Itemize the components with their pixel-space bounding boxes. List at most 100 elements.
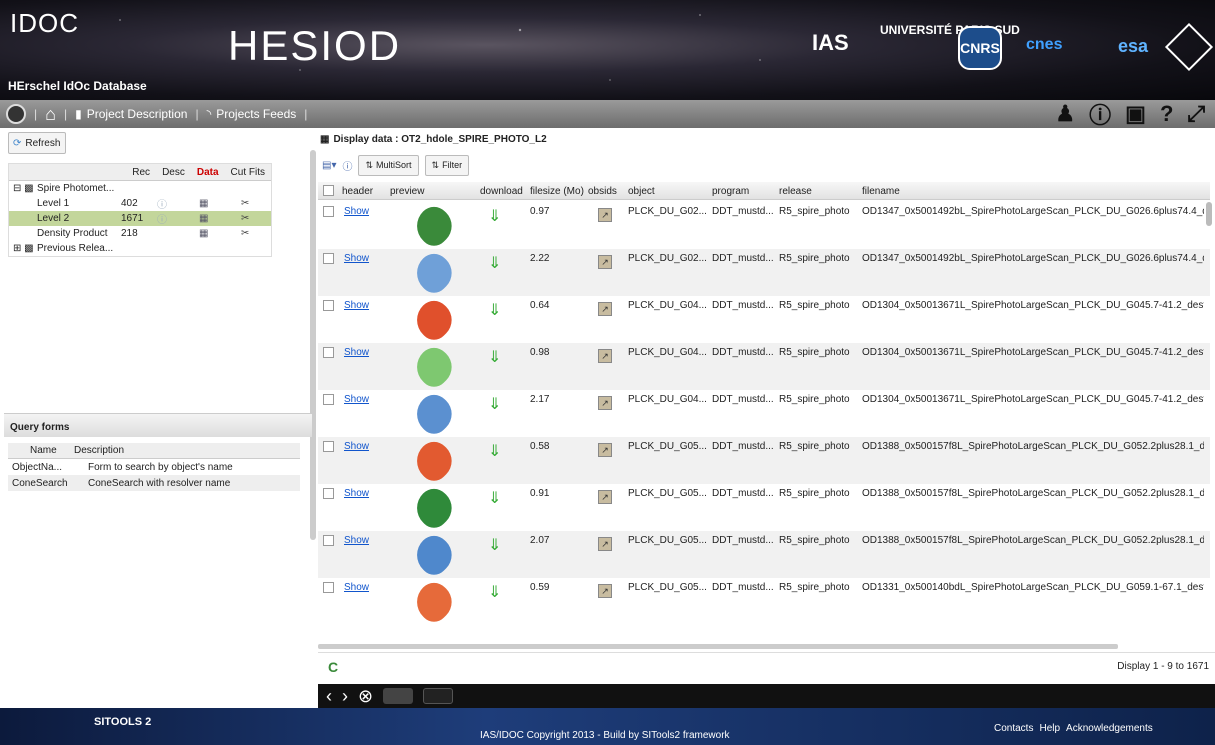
data-grid-icon[interactable]: ▦	[199, 213, 208, 224]
col-release[interactable]: release	[779, 186, 812, 197]
row-checkbox[interactable]	[323, 394, 334, 405]
show-header-link[interactable]: Show	[344, 347, 369, 358]
col-download[interactable]: download	[480, 186, 523, 197]
col-program[interactable]: program	[712, 186, 749, 197]
view-thumbnail-button[interactable]	[423, 688, 454, 704]
show-header-link[interactable]: Show	[344, 582, 369, 593]
table-row[interactable]: Show ⇓ 0.91 ↗ PLCK_DU_G05... DDT_mustd... R5_s…	[318, 482, 1210, 534]
table-row[interactable]: Show ⇓ 2.22 ↗ PLCK_DU_G02... DDT_mustd... R5_s…	[318, 247, 1210, 299]
row-checkbox[interactable]	[323, 535, 334, 546]
tree-node-density-product[interactable]: Density Product 218 ▦ ✂	[9, 226, 271, 241]
cut-fits-icon[interactable]: ✂	[241, 228, 249, 239]
obsids-icon[interactable]: ↗	[598, 537, 612, 551]
table-horizontal-scrollbar[interactable]	[318, 644, 1118, 649]
row-checkbox[interactable]	[323, 488, 334, 499]
download-icon[interactable]: ⇓	[488, 488, 501, 508]
obsids-icon[interactable]: ↗	[598, 208, 612, 222]
col-data[interactable]: Data	[191, 167, 225, 178]
obsids-icon[interactable]: ↗	[598, 396, 612, 410]
col-filesize[interactable]: filesize (Mo)	[530, 186, 584, 197]
obsids-icon[interactable]: ↗	[598, 255, 612, 269]
user-icon[interactable]: ♟	[1055, 101, 1075, 127]
show-header-link[interactable]: Show	[344, 394, 369, 405]
col-filename[interactable]: filename	[862, 186, 900, 197]
contacts-link[interactable]: Contacts	[994, 723, 1033, 734]
preview-thumbnail[interactable]	[408, 294, 460, 346]
save-icon[interactable]: ▣	[1125, 101, 1146, 127]
download-icon[interactable]: ⇓	[488, 206, 501, 226]
view-grid-button[interactable]	[383, 688, 414, 704]
show-header-link[interactable]: Show	[344, 488, 369, 499]
data-grid-icon[interactable]: ▦	[199, 228, 208, 239]
preview-thumbnail[interactable]	[408, 247, 460, 299]
show-header-link[interactable]: Show	[344, 300, 369, 311]
tree-node-level-2[interactable]: Level 2 1671 ⓘ ▦ ✂	[9, 211, 271, 226]
tree-node-previous-release[interactable]: ⊞ ▩ Previous Relea...	[9, 241, 271, 256]
help-icon[interactable]: ?	[1160, 101, 1173, 127]
query-row-objectname[interactable]: ObjectNa... Form to search by object's n…	[8, 459, 300, 475]
table-row[interactable]: Show ⇓ 0.64 ↗ PLCK_DU_G04... DDT_mustd... R5_s…	[318, 294, 1210, 346]
select-all-checkbox[interactable]	[323, 185, 334, 196]
table-row[interactable]: Show ⇓ 0.58 ↗ PLCK_DU_G05... DDT_mustd... R5_s…	[318, 435, 1210, 487]
obsids-icon[interactable]: ↗	[598, 302, 612, 316]
preview-thumbnail[interactable]	[408, 576, 460, 628]
reload-icon[interactable]: C	[328, 659, 338, 675]
tree-node-spire[interactable]: ⊟ ▩ Spire Photomet...	[9, 181, 271, 196]
filter-button[interactable]: ⇅ Filter	[424, 154, 470, 176]
help-link[interactable]: Help	[1039, 723, 1060, 734]
obsids-icon[interactable]: ↗	[598, 443, 612, 457]
row-checkbox[interactable]	[323, 582, 334, 593]
col-obsids[interactable]: obsids	[588, 186, 617, 197]
info-icon[interactable]: ⓘ	[342, 158, 352, 173]
preview-thumbnail[interactable]	[408, 388, 460, 440]
download-icon[interactable]: ⇓	[488, 582, 501, 602]
close-icon[interactable]: ⊗	[358, 686, 373, 707]
description-icon[interactable]: ⓘ	[157, 196, 167, 211]
show-header-link[interactable]: Show	[344, 535, 369, 546]
download-icon[interactable]: ⇓	[488, 347, 501, 367]
preview-thumbnail[interactable]	[408, 341, 460, 393]
cut-fits-icon[interactable]: ✂	[241, 213, 249, 224]
row-checkbox[interactable]	[323, 253, 334, 264]
table-row[interactable]: Show ⇓ 0.97 ↗ PLCK_DU_G02... DDT_mustd... R5_s…	[318, 200, 1210, 252]
col-object[interactable]: object	[628, 186, 655, 197]
project-description-link[interactable]: ▮ Project Description	[75, 107, 187, 121]
table-vertical-scrollbar[interactable]	[1206, 202, 1212, 226]
left-scrollbar[interactable]	[310, 150, 316, 540]
row-checkbox[interactable]	[323, 206, 334, 217]
col-preview[interactable]: preview	[390, 186, 424, 197]
table-row[interactable]: Show ⇓ 0.98 ↗ PLCK_DU_G04... DDT_mustd... R5_s…	[318, 341, 1210, 393]
projects-feeds-link[interactable]: ◝ Projects Feeds	[207, 107, 297, 121]
download-icon[interactable]: ⇓	[488, 300, 501, 320]
query-row-conesearch[interactable]: ConeSearch ConeSearch with resolver name	[8, 475, 300, 491]
home-icon[interactable]: ⌂	[45, 104, 56, 125]
row-checkbox[interactable]	[323, 347, 334, 358]
obsids-icon[interactable]: ↗	[598, 584, 612, 598]
show-header-link[interactable]: Show	[344, 253, 369, 264]
row-checkbox[interactable]	[323, 300, 334, 311]
refresh-button[interactable]: ⟳ Refresh	[8, 132, 66, 154]
preview-thumbnail[interactable]	[408, 200, 460, 252]
download-icon[interactable]: ⇓	[488, 441, 501, 461]
fullscreen-icon[interactable]: ⤢	[1187, 101, 1205, 127]
col-header[interactable]: header	[342, 186, 373, 197]
preview-thumbnail[interactable]	[408, 435, 460, 487]
table-row[interactable]: Show ⇓ 2.17 ↗ PLCK_DU_G04... DDT_mustd... R5_s…	[318, 388, 1210, 440]
download-icon[interactable]: ⇓	[488, 535, 501, 555]
columns-menu-icon[interactable]: ▤▾	[322, 160, 336, 171]
show-header-link[interactable]: Show	[344, 441, 369, 452]
download-icon[interactable]: ⇓	[488, 253, 501, 273]
description-icon[interactable]: ⓘ	[157, 211, 167, 226]
tree-node-level-1[interactable]: Level 1 402 ⓘ ▦ ✂	[9, 196, 271, 211]
download-icon[interactable]: ⇓	[488, 394, 501, 414]
next-icon[interactable]: ›	[342, 686, 348, 707]
info-icon[interactable]: ⓘ	[1089, 98, 1111, 130]
preview-thumbnail[interactable]	[408, 529, 460, 581]
data-grid-icon[interactable]: ▦	[199, 198, 208, 209]
acknowledgements-link[interactable]: Acknowledgements	[1066, 723, 1153, 734]
obsids-icon[interactable]: ↗	[598, 349, 612, 363]
row-checkbox[interactable]	[323, 441, 334, 452]
table-row[interactable]: Show ⇓ 2.07 ↗ PLCK_DU_G05... DDT_mustd... R5_s…	[318, 529, 1210, 581]
cut-fits-icon[interactable]: ✂	[241, 198, 249, 209]
show-header-link[interactable]: Show	[344, 206, 369, 217]
